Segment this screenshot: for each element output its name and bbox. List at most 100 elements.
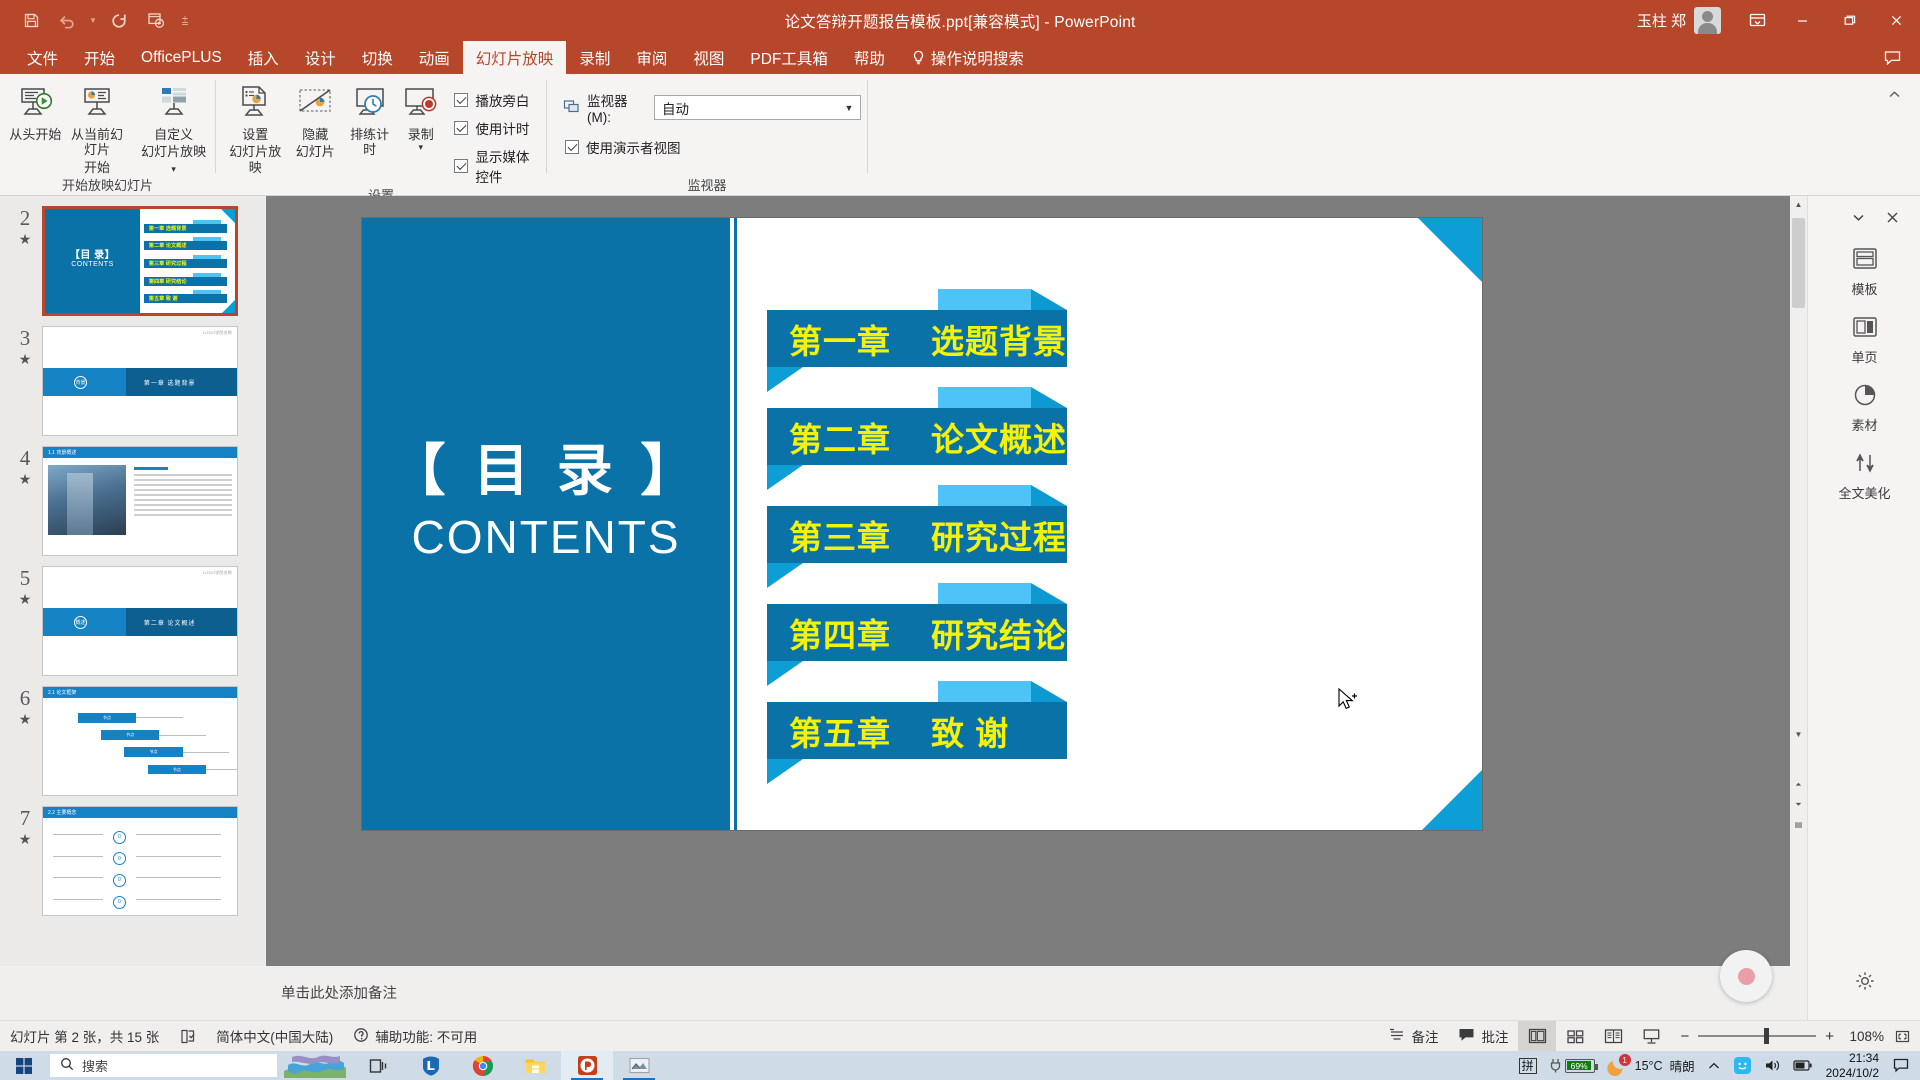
chevron-down-icon[interactable]: ▾ <box>86 6 100 36</box>
chevron-down-icon[interactable]: ▼ <box>838 96 860 119</box>
language-indicator[interactable]: 简体中文(中国大陆) <box>206 1021 343 1052</box>
chapter-banner-4[interactable]: 第四章 研究结论 <box>767 583 1067 686</box>
slide-counter[interactable]: 幻灯片 第 2 张，共 15 张 <box>0 1021 169 1052</box>
record-bubble-icon[interactable] <box>1720 950 1772 1002</box>
zoom-out-button[interactable]: − <box>1680 1028 1689 1045</box>
slide-thumbnail[interactable]: 1.1 背景概述 <box>42 446 238 556</box>
slide-thumbnail[interactable]: 【目 录】 CONTENTS 第一章 选题背景 第二章 论文概述 第三章 研究过程 第四章… <box>42 206 238 316</box>
share-icon[interactable] <box>1878 44 1906 72</box>
ribbon-collapse-icon[interactable] <box>1880 80 1908 108</box>
ribbon-tab-6[interactable]: 动画 <box>406 41 463 74</box>
hide-slide-button[interactable]: 隐藏 幻灯片 <box>288 80 342 160</box>
normal-view-button[interactable] <box>1518 1020 1557 1052</box>
minimize-button[interactable] <box>1779 0 1826 41</box>
tray-expand-icon[interactable] <box>1702 1051 1726 1080</box>
chapter-banner-2[interactable]: 第二章 论文概述 <box>767 387 1067 490</box>
undo-icon[interactable] <box>50 6 84 36</box>
slide-scrollbar[interactable]: ▲ ▼ ⏶ ⏷ ▤ <box>1790 196 1807 966</box>
ribbon-tab-13[interactable]: 操作说明搜索 <box>898 41 1037 74</box>
chrome-icon[interactable] <box>457 1051 509 1080</box>
record-slideshow-button[interactable]: 录制 ▾ <box>397 80 444 152</box>
thumbnail-row-4[interactable]: 4 ★ 1.1 背景概述 <box>0 436 265 556</box>
previous-slide-button[interactable]: ⏶ <box>1790 776 1807 793</box>
ribbon-tab-12[interactable]: 帮助 <box>841 41 898 74</box>
chapter-banner-3[interactable]: 第三章 研究过程 <box>767 485 1067 588</box>
chevron-down-icon[interactable] <box>1844 203 1872 231</box>
accessibility-indicator[interactable]: 辅助功能: 不可用 <box>343 1021 487 1052</box>
task-view-icon[interactable] <box>353 1051 405 1080</box>
chapter-banner-5[interactable]: 第五章 致 谢 <box>767 681 1067 784</box>
slide-show-view-button[interactable] <box>1632 1021 1670 1052</box>
close-button[interactable] <box>1873 0 1920 41</box>
animation-star-icon[interactable]: ★ <box>8 354 42 368</box>
from-current-slide-button[interactable]: 从当前幻灯片 开始 <box>65 80 130 175</box>
ribbon-tab-0[interactable]: 文件 <box>14 41 71 74</box>
animation-star-icon[interactable]: ★ <box>8 594 42 608</box>
setup-checkbox-2[interactable]: 显示媒体控件 <box>454 146 536 186</box>
thumbnail-row-5[interactable]: 5 ★ LOGO学院名称 概述 第二章 论文概述 <box>0 556 265 676</box>
next-slide-button[interactable]: ⏷ <box>1790 796 1807 813</box>
notification-center-icon[interactable] <box>1888 1051 1914 1080</box>
volume-icon[interactable] <box>1759 1051 1786 1080</box>
ribbon-tab-9[interactable]: 审阅 <box>623 41 680 74</box>
ribbon-tab-10[interactable]: 视图 <box>680 41 737 74</box>
slide-thumbnail[interactable]: 2.1 论文框架 节点 节点 节点 节点 <box>42 686 238 796</box>
ribbon-tab-4[interactable]: 设计 <box>292 41 349 74</box>
ribbon-display-options-icon[interactable] <box>1735 0 1779 41</box>
custom-slideshow-button[interactable]: 自定义 幻灯片放映 ▾ <box>138 80 209 175</box>
zoom-in-button[interactable]: + <box>1825 1028 1834 1045</box>
ribbon-tab-8[interactable]: 录制 <box>566 41 623 74</box>
from-beginning-button[interactable]: 从头开始 <box>6 80 65 142</box>
zoom-slider[interactable]: − + <box>1670 1028 1844 1045</box>
rehearse-timings-button[interactable]: 排练计时 <box>342 80 397 158</box>
restore-button[interactable] <box>1826 0 1873 41</box>
save-icon[interactable] <box>14 6 48 36</box>
start-button[interactable] <box>0 1051 48 1080</box>
redo-icon[interactable] <box>102 6 136 36</box>
presenter-view-checkbox[interactable]: 使用演示者视图 <box>553 125 681 157</box>
animation-star-icon[interactable]: ★ <box>8 834 42 848</box>
sidebar-item-3[interactable]: 全文美化 <box>1808 442 1920 510</box>
reading-view-button[interactable] <box>1594 1021 1632 1052</box>
battery-indicator[interactable]: 69% <box>1544 1051 1600 1080</box>
slide-canvas[interactable]: 【 目 录 】 CONTENTS 第一章 选题背景 第二章 论文概述 第三章 研究过程 第四… <box>362 218 1482 830</box>
slide-scroll-down-arrow[interactable]: ▼ <box>1790 726 1807 743</box>
battery-tray-icon[interactable] <box>1788 1051 1817 1080</box>
animation-star-icon[interactable]: ★ <box>8 234 42 248</box>
sidebar-item-0[interactable]: 模板 <box>1808 238 1920 306</box>
sidebar-item-1[interactable]: 单页 <box>1808 306 1920 374</box>
ribbon-tab-2[interactable]: OfficePLUS <box>128 41 235 74</box>
thumbnail-row-3[interactable]: 3 ★ LOGO学院名称 背景 第一章 选题背景 <box>0 316 265 436</box>
thumbnail-row-6[interactable]: 6 ★ 2.1 论文框架 节点 节点 节点 节点 <box>0 676 265 796</box>
fit-slide-to-window-button[interactable] <box>1884 1021 1920 1052</box>
powerpoint-icon[interactable] <box>561 1051 613 1080</box>
thumbnail-row-7[interactable]: 7 ★ 2.2 主要概念 0 0 0 0 <box>0 796 265 916</box>
zoom-track[interactable] <box>1698 1028 1817 1044</box>
slide-scrollbar-thumb[interactable] <box>1792 218 1805 308</box>
spelling-check-icon[interactable] <box>169 1021 206 1052</box>
weather-tray[interactable]: 1 15°C 晴朗 <box>1602 1051 1700 1080</box>
setup-slideshow-button[interactable]: 设置 幻灯片放映 <box>222 80 288 175</box>
slide-title-block[interactable]: 【 目 录 】 CONTENTS <box>362 436 730 564</box>
notes-button[interactable]: 备注 <box>1379 1021 1448 1052</box>
sidebar-item-2[interactable]: 素材 <box>1808 374 1920 442</box>
clock[interactable]: 21:34 2024/10/2 <box>1819 1051 1886 1080</box>
ribbon-tab-11[interactable]: PDF工具箱 <box>737 41 841 74</box>
slide-thumbnail[interactable]: LOGO学院名称 背景 第一章 选题背景 <box>42 326 238 436</box>
file-explorer-icon[interactable] <box>509 1051 561 1080</box>
browser-lenovo-icon[interactable] <box>405 1051 457 1080</box>
ribbon-tab-1[interactable]: 开始 <box>71 41 128 74</box>
ribbon-tab-5[interactable]: 切换 <box>349 41 406 74</box>
zoom-handle[interactable] <box>1764 1028 1770 1044</box>
screen-capture-icon[interactable] <box>613 1051 665 1080</box>
monitor-select[interactable]: 自动 ▼ <box>653 95 861 120</box>
notes-pane[interactable]: 单击此处添加备注 <box>266 966 1807 1018</box>
setup-checkbox-0[interactable]: 播放旁白 <box>454 90 536 110</box>
weather-widget-icon[interactable] <box>277 1051 353 1080</box>
chevron-down-icon[interactable]: ▾ <box>419 143 424 152</box>
close-icon[interactable] <box>1878 203 1906 231</box>
slide-thumbnail-pane[interactable]: 2 ★ 【目 录】 CONTENTS 第一章 选题背景 第二章 论文概述 第三章 研究过程第… <box>0 196 265 966</box>
overflow-icon[interactable]: ⩲ <box>174 6 196 36</box>
zoom-percentage[interactable]: 108% <box>1844 1029 1884 1044</box>
animation-star-icon[interactable]: ★ <box>8 714 42 728</box>
